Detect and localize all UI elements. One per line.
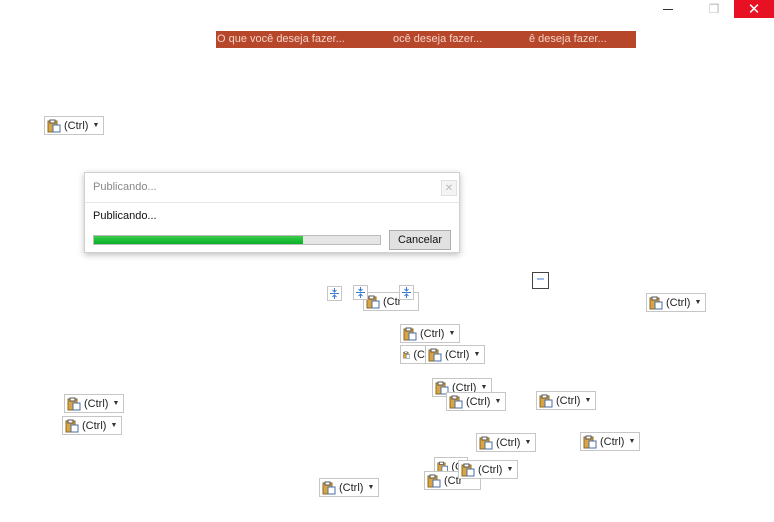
paste-options-label: (Ctrl) xyxy=(82,419,107,432)
paste-clipboard-icon xyxy=(67,397,81,410)
paste-clipboard-icon xyxy=(65,419,79,432)
chevron-down-icon: ▼ xyxy=(494,398,502,405)
text-box-handle[interactable] xyxy=(532,272,549,289)
paste-options-label: (Ctrl) xyxy=(600,435,625,448)
paste-clipboard-icon xyxy=(479,436,493,449)
paste-clipboard-icon xyxy=(427,474,441,487)
chevron-down-icon: ▼ xyxy=(480,384,488,391)
tell-me-prompt: O que você deseja fazer... xyxy=(217,33,345,45)
dialog-status-text: Publicando... xyxy=(93,210,157,222)
minimize-button[interactable] xyxy=(648,0,688,18)
chevron-down-icon: ▼ xyxy=(506,466,514,473)
paste-clipboard-icon xyxy=(322,481,336,494)
chevron-down-icon: ▼ xyxy=(112,400,120,407)
dialog-titlebar: Publicando... ✕ xyxy=(85,173,459,203)
paste-options-button[interactable]: (Ctrl) ▼ xyxy=(458,460,519,479)
chevron-down-icon: ▼ xyxy=(367,484,375,491)
compress-vertical-icon xyxy=(330,288,339,299)
chevron-down-icon: ▼ xyxy=(694,299,702,306)
paste-options-label: (C xyxy=(413,348,425,361)
paste-options-button[interactable]: (Ctrl) ▼ xyxy=(400,324,461,343)
tell-me-search-bar[interactable]: O que você deseja fazer... ocê deseja fa… xyxy=(216,31,636,48)
close-icon: ✕ xyxy=(747,1,761,18)
paste-options-button[interactable]: (Ctrl) ▼ xyxy=(64,394,125,413)
paste-options-label: (Ctrl) xyxy=(420,327,445,340)
paste-options-label: (Ctrl) xyxy=(478,463,503,476)
paste-clipboard-icon xyxy=(649,296,663,309)
paste-clipboard-icon xyxy=(403,327,417,340)
autofit-handle[interactable] xyxy=(353,285,368,300)
paste-options-label: (Ctrl) xyxy=(466,395,491,408)
paste-clipboard-icon xyxy=(403,351,411,358)
tell-me-prompt-ghost: ocê deseja fazer... xyxy=(393,33,483,45)
paste-options-button[interactable]: (Ctrl) ▼ xyxy=(646,293,707,312)
paste-options-label: (Ctrl) xyxy=(64,119,89,132)
paste-clipboard-icon xyxy=(428,348,442,361)
chevron-down-icon: ▼ xyxy=(92,122,100,129)
publish-progress-bar xyxy=(93,235,381,245)
paste-clipboard-icon xyxy=(47,119,61,132)
paste-clipboard-icon xyxy=(461,463,475,476)
paste-options-button[interactable]: (Ctrl) ▼ xyxy=(62,416,123,435)
close-button[interactable]: ✕ xyxy=(734,0,774,18)
paste-options-button[interactable]: (Ctrl) ▼ xyxy=(580,432,641,451)
text-box-icon xyxy=(537,278,544,280)
cancel-button[interactable]: Cancelar xyxy=(389,230,451,250)
chevron-down-icon: ▼ xyxy=(110,422,118,429)
paste-clipboard-icon xyxy=(449,395,463,408)
paste-options-label: (Ctrl) xyxy=(556,394,581,407)
paste-options-label: (Ctrl) xyxy=(339,481,364,494)
autofit-handle[interactable] xyxy=(327,286,342,301)
restore-icon: ❐ xyxy=(708,2,720,16)
paste-options-button[interactable]: (Ctrl) ▼ xyxy=(425,345,486,364)
publishing-dialog: Publicando... ✕ Publicando... Cancelar xyxy=(84,172,460,253)
minimize-icon xyxy=(663,8,673,10)
paste-options-button[interactable]: (Ctrl) ▼ xyxy=(44,116,105,135)
autofit-handle[interactable] xyxy=(399,285,414,300)
paste-options-label: (Ctrl) xyxy=(445,348,470,361)
dialog-close-button[interactable]: ✕ xyxy=(441,180,457,196)
paste-options-button[interactable]: (Ctrl) ▼ xyxy=(446,392,507,411)
compress-vertical-icon xyxy=(356,287,365,298)
tell-me-prompt-ghost: ê deseja fazer... xyxy=(529,33,607,45)
progress-fill xyxy=(94,236,303,244)
paste-clipboard-icon xyxy=(539,394,553,407)
close-icon: ✕ xyxy=(444,182,454,194)
chevron-down-icon: ▼ xyxy=(448,330,456,337)
paste-options-label: (Ctrl) xyxy=(84,397,109,410)
paste-options-button[interactable]: (Ctrl) ▼ xyxy=(319,478,380,497)
dialog-title: Publicando... xyxy=(93,181,157,193)
paste-options-label: (Ctrl) xyxy=(496,436,521,449)
chevron-down-icon: ▼ xyxy=(584,397,592,404)
compress-vertical-icon xyxy=(402,287,411,298)
restore-button[interactable]: ❐ xyxy=(694,0,734,18)
paste-options-button[interactable]: (Ctrl) ▼ xyxy=(536,391,597,410)
paste-options-button[interactable]: (Ctrl) ▼ xyxy=(476,433,537,452)
paste-options-label: (Ctrl) xyxy=(666,296,691,309)
chevron-down-icon: ▼ xyxy=(628,438,636,445)
paste-clipboard-icon xyxy=(366,295,380,308)
paste-clipboard-icon xyxy=(583,435,597,448)
chevron-down-icon: ▼ xyxy=(473,351,481,358)
chevron-down-icon: ▼ xyxy=(524,439,532,446)
